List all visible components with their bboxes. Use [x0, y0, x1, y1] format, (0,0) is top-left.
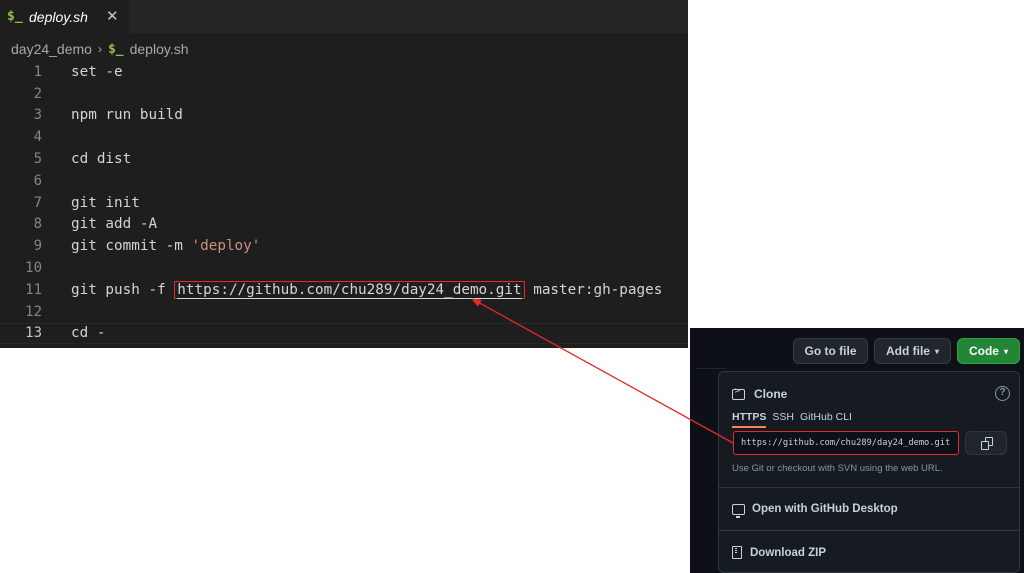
line-number: 12	[25, 303, 42, 320]
code-line: 7 git init	[0, 192, 688, 214]
divider	[719, 487, 1019, 488]
code-line: 9 git commit -m 'deploy'	[0, 235, 688, 257]
line-text: git add -A	[71, 216, 158, 233]
line-text: git push -f https://github.com/chu289/da…	[71, 280, 663, 299]
add-file-label: Add file	[885, 344, 930, 358]
repo-url-link[interactable]: https://github.com/chu289/day24_demo.git	[177, 281, 522, 299]
go-to-file-label: Go to file	[804, 344, 857, 358]
line-number: 11	[25, 281, 42, 298]
github-repo-panel: Go to file Add file ▾ Code ▾ Clone ? HTT…	[690, 328, 1024, 573]
divider	[719, 530, 1019, 531]
line-number: 10	[25, 260, 42, 277]
line-text: npm run build	[71, 107, 183, 124]
line-number: 13	[25, 325, 42, 342]
go-to-file-button[interactable]: Go to file	[793, 338, 868, 364]
line-number: 5	[33, 151, 42, 168]
code-command: git push -f	[71, 281, 175, 298]
line-number: 2	[33, 85, 42, 102]
add-file-button[interactable]: Add file ▾	[874, 338, 951, 364]
line-text: cd dist	[71, 151, 132, 168]
clone-url-value: https://github.com/chu289/day24_demo.git	[741, 438, 951, 448]
close-icon[interactable]: ✕	[106, 7, 119, 25]
tab-github-cli[interactable]: GitHub CLI	[800, 411, 852, 428]
download-zip-label: Download ZIP	[750, 546, 827, 559]
code-label: Code	[968, 344, 999, 358]
clone-tabs: HTTPS SSH GitHub CLI	[732, 411, 858, 428]
tab-deploy-sh[interactable]: $_ deploy.sh ✕	[0, 0, 129, 33]
code-button[interactable]: Code ▾	[957, 338, 1020, 364]
code-line: 5 cd dist	[0, 148, 688, 170]
code-line: 10	[0, 257, 688, 279]
line-number: 7	[33, 194, 42, 211]
line-number: 9	[33, 238, 42, 255]
string-literal: 'deploy'	[191, 238, 261, 255]
line-number: 3	[33, 107, 42, 124]
open-desktop-item[interactable]: Open with GitHub Desktop	[732, 503, 898, 518]
line-number: 6	[33, 172, 42, 189]
code-line-current: 13 cd -	[0, 322, 688, 345]
open-desktop-label: Open with GitHub Desktop	[752, 503, 898, 515]
file-zip-icon	[732, 546, 742, 559]
download-zip-item[interactable]: Download ZIP	[732, 546, 826, 559]
tab-https[interactable]: HTTPS	[732, 411, 767, 428]
chevron-right-icon: ›	[97, 42, 102, 56]
highlighted-repo-url: https://github.com/chu289/day24_demo.git	[174, 280, 525, 299]
terminal-icon	[732, 386, 745, 400]
editor-tab-bar: $_ deploy.sh ✕	[0, 0, 688, 33]
code-command: git commit -m	[71, 238, 192, 255]
desktop-icon	[732, 503, 745, 518]
line-number: 4	[33, 129, 42, 146]
code-line: 11 git push -f https://github.com/chu289…	[0, 279, 688, 301]
line-text: set -e	[71, 63, 123, 80]
tab-label: deploy.sh	[29, 8, 88, 25]
clone-help-text: Use Git or checkout with SVN using the w…	[732, 463, 943, 474]
clone-title: Clone	[754, 387, 788, 401]
clone-header: Clone	[732, 386, 788, 401]
code-line: 12	[0, 301, 688, 323]
clone-url-input[interactable]: https://github.com/chu289/day24_demo.git	[733, 431, 959, 455]
code-line: 2	[0, 83, 688, 105]
code-area[interactable]: 1 set -e 2 3 npm run build 4 5 cd dist 6…	[0, 61, 688, 345]
breadcrumb: day24_demo › $_ deploy.sh	[11, 40, 189, 58]
question-icon[interactable]: ?	[995, 386, 1010, 401]
code-editor: $_ deploy.sh ✕ day24_demo › $_ deploy.sh…	[0, 0, 688, 348]
shell-file-icon: $_	[7, 9, 23, 24]
copy-url-button[interactable]	[965, 431, 1007, 455]
code-line: 6	[0, 170, 688, 192]
line-number: 8	[33, 216, 42, 233]
copy-icon	[981, 437, 993, 450]
code-line: 8 git add -A	[0, 214, 688, 236]
line-text: git init	[71, 194, 140, 211]
line-text: cd -	[71, 325, 106, 342]
code-line: 1 set -e	[0, 61, 688, 83]
tab-ssh[interactable]: SSH	[772, 411, 794, 428]
breadcrumb-folder[interactable]: day24_demo	[11, 41, 92, 57]
line-text: git commit -m 'deploy'	[71, 238, 260, 254]
breadcrumb-file[interactable]: deploy.sh	[130, 41, 189, 57]
caret-down-icon: ▾	[1003, 346, 1008, 356]
clone-dropdown: Clone ? HTTPS SSH GitHub CLI https://git…	[718, 371, 1020, 573]
code-line: 3 npm run build	[0, 105, 688, 127]
line-number: 1	[33, 63, 42, 80]
code-line: 4	[0, 126, 688, 148]
code-args: master:gh-pages	[524, 281, 663, 298]
caret-down-icon: ▾	[934, 346, 939, 356]
shell-file-icon: $_	[107, 41, 124, 57]
